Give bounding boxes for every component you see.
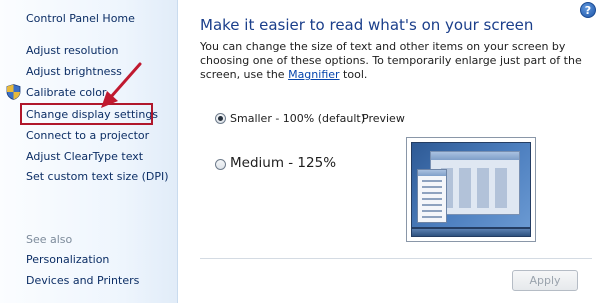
see-also-heading: See also	[26, 233, 73, 246]
apply-button[interactable]: Apply	[512, 270, 578, 291]
description-text: You can change the size of text and othe…	[200, 40, 582, 81]
control-panel-home-link[interactable]: Control Panel Home	[26, 12, 135, 26]
page-title: Make it easier to read what's on your sc…	[200, 16, 534, 34]
main-pane: ? Make it easier to read what's on your …	[179, 0, 600, 303]
personalization-link[interactable]: Personalization	[26, 253, 109, 267]
adjust-cleartype-text-link[interactable]: Adjust ClearType text	[26, 150, 143, 164]
smaller-100-label[interactable]: Smaller - 100% (default)	[230, 112, 365, 125]
devices-and-printers-link[interactable]: Devices and Printers	[26, 274, 139, 288]
left-pane: Control Panel Home Adjust resolution Adj…	[0, 0, 178, 303]
preview-image	[406, 137, 536, 242]
annotation-arrow	[101, 62, 142, 108]
preview-label: Preview	[362, 112, 405, 125]
medium-125-label[interactable]: Medium - 125%	[230, 155, 336, 171]
medium-125-radio[interactable]	[215, 159, 226, 170]
preview-desktop	[411, 142, 531, 228]
uac-shield-icon	[6, 84, 21, 100]
divider	[200, 258, 592, 259]
preview-taskbar	[411, 228, 531, 237]
magnifier-link[interactable]: Magnifier	[288, 68, 339, 81]
page-description: You can change the size of text and othe…	[200, 40, 592, 82]
help-icon[interactable]: ?	[580, 2, 596, 18]
description-text-end: tool.	[339, 68, 368, 81]
set-custom-text-size-link[interactable]: Set custom text size (DPI)	[26, 170, 169, 184]
smaller-100-radio[interactable]	[215, 113, 226, 124]
preview-window-front	[417, 169, 447, 223]
calibrate-color-link[interactable]: Calibrate color	[26, 86, 106, 100]
adjust-resolution-link[interactable]: Adjust resolution	[26, 44, 119, 58]
connect-to-projector-link[interactable]: Connect to a projector	[26, 129, 149, 143]
